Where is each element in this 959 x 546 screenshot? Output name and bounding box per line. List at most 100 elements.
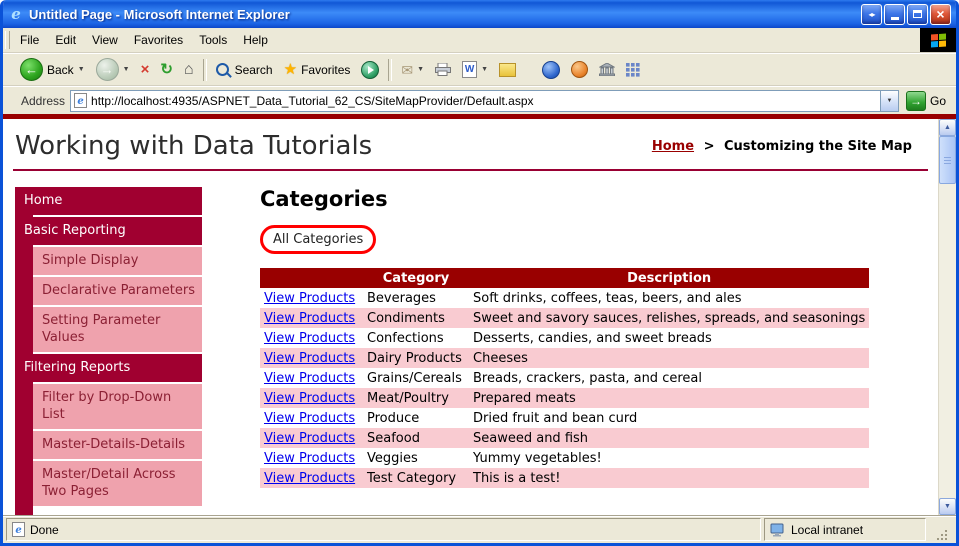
description-cell: Desserts, candies, and sweet breads: [473, 330, 712, 346]
minimize-button[interactable]: [884, 3, 905, 25]
menu-favorites[interactable]: Favorites: [126, 29, 191, 51]
menu-tools[interactable]: Tools: [191, 29, 235, 51]
security-zone-panel: Local intranet: [764, 518, 926, 541]
description-cell: Soft drinks, coffees, teas, beers, and a…: [473, 290, 742, 306]
building-icon: [599, 63, 616, 76]
menu-help[interactable]: Help: [235, 29, 276, 51]
stop-icon: ×: [140, 61, 150, 78]
main-content: Categories All Categories Category Descri…: [202, 187, 938, 508]
table-row: View Products Meat/Poultry Prepared meats: [260, 388, 870, 408]
sidebar-item-declarative-parameters[interactable]: Declarative Parameters: [33, 277, 202, 305]
window-nav-pair-button[interactable]: ◂▸: [861, 3, 882, 25]
browser-window: e Untitled Page - Microsoft Internet Exp…: [0, 0, 959, 546]
favorites-button[interactable]: ★ Favorites: [279, 60, 356, 79]
menu-items: File Edit View Favorites Tools Help: [12, 28, 276, 52]
windows-logo-throbber: [920, 28, 956, 52]
sidebar-item-basic-reporting[interactable]: Basic Reporting: [15, 217, 202, 245]
menu-view[interactable]: View: [84, 29, 126, 51]
back-button[interactable]: ← Back ▼: [15, 56, 90, 83]
resize-grip[interactable]: [929, 518, 953, 541]
menu-edit[interactable]: Edit: [47, 29, 84, 51]
page-favicon: e: [74, 93, 88, 108]
word-edit-icon: W: [462, 61, 478, 78]
sidebar-item-simple-display[interactable]: Simple Display: [33, 247, 202, 275]
view-products-link[interactable]: View Products: [264, 431, 355, 446]
view-products-link[interactable]: View Products: [264, 351, 355, 366]
search-button[interactable]: Search: [211, 61, 278, 79]
resize-grip-dots: [937, 530, 947, 540]
messenger-icon: [542, 60, 561, 79]
media-button[interactable]: [356, 59, 384, 81]
view-products-link[interactable]: View Products: [264, 371, 355, 386]
web-page: Working with Data Tutorials Home > Custo…: [3, 119, 938, 515]
links-grid-button[interactable]: [621, 61, 645, 79]
print-button[interactable]: [430, 61, 456, 78]
page-header: Working with Data Tutorials Home > Custo…: [3, 119, 938, 169]
close-button[interactable]: ×: [930, 3, 951, 25]
menubar-grip[interactable]: [5, 31, 10, 49]
grid-icon: [626, 62, 640, 77]
back-dropdown-icon[interactable]: ▼: [78, 66, 85, 73]
stop-button[interactable]: ×: [136, 60, 155, 79]
maximize-icon: [913, 10, 922, 18]
mail-button[interactable]: ✉ ▼: [396, 61, 429, 79]
address-dropdown-button[interactable]: ▼: [879, 90, 898, 111]
description-cell: Dried fruit and bean curd: [473, 410, 638, 426]
research-button[interactable]: [566, 59, 593, 80]
scroll-up-button[interactable]: ▲: [939, 119, 956, 136]
view-products-link[interactable]: View Products: [264, 311, 355, 326]
sites-button[interactable]: [594, 61, 620, 78]
mail-dropdown-icon[interactable]: ▼: [417, 66, 424, 73]
description-cell: Yummy vegetables!: [473, 450, 602, 466]
discuss-button[interactable]: [494, 61, 521, 79]
category-cell: Confections: [367, 330, 444, 346]
maximize-button[interactable]: [907, 3, 928, 25]
sidebar-item-master-details-details[interactable]: Master-Details-Details: [33, 431, 202, 459]
address-input[interactable]: e http://localhost:4935/ASPNET_Data_Tuto…: [70, 89, 899, 112]
refresh-icon: ↻: [160, 61, 173, 78]
category-cell: Beverages: [367, 290, 436, 306]
view-products-link[interactable]: View Products: [264, 471, 355, 486]
sidebar-item-setting-parameter-values[interactable]: Setting Parameter Values: [33, 307, 202, 352]
category-cell: Condiments: [367, 310, 445, 326]
category-cell: Produce: [367, 410, 420, 426]
sidebar-item-filter-by-drop-down-list[interactable]: Filter by Drop-Down List: [33, 384, 202, 429]
table-row: View Products Veggies Yummy vegetables!: [260, 448, 869, 468]
sidebar-item-filtering-reports[interactable]: Filtering Reports: [15, 354, 202, 382]
menu-file[interactable]: File: [12, 29, 47, 51]
titlebar[interactable]: e Untitled Page - Microsoft Internet Exp…: [3, 0, 956, 28]
table-row: View Products Seafood Seaweed and fish: [260, 428, 870, 448]
category-cell: Seafood: [367, 430, 420, 446]
go-button[interactable]: → Go: [904, 90, 952, 111]
home-icon: ⌂: [183, 60, 194, 78]
scroll-down-button[interactable]: ▼: [939, 498, 956, 515]
edit-with-word-button[interactable]: W ▼: [457, 59, 493, 80]
sidebar-item-home[interactable]: Home: [15, 187, 202, 215]
address-label: Address: [21, 93, 66, 108]
view-products-link[interactable]: View Products: [264, 331, 355, 346]
view-products-link[interactable]: View Products: [264, 411, 355, 426]
breadcrumb-home-link[interactable]: Home: [652, 139, 694, 154]
research-icon: [571, 61, 589, 78]
view-products-link[interactable]: View Products: [264, 391, 355, 406]
view-products-link[interactable]: View Products: [264, 291, 355, 306]
forward-button[interactable]: → ▼: [91, 56, 135, 83]
table-row: View Products Produce Dried fruit and bean…: [260, 408, 869, 428]
column-header-blank: [260, 268, 363, 288]
table-row: View Products Beverages Soft drinks, coffe…: [260, 288, 869, 308]
table-row: View Products Condiments Sweet and savory …: [260, 308, 870, 328]
address-url[interactable]: http://localhost:4935/ASPNET_Data_Tutori…: [91, 94, 876, 108]
all-categories-link[interactable]: All Categories: [260, 225, 377, 254]
scrollbar-thumb[interactable]: [939, 136, 956, 184]
edit-dropdown-icon[interactable]: ▼: [481, 66, 488, 73]
vertical-scrollbar[interactable]: ▲ ▼: [938, 119, 956, 515]
breadcrumb: Home > Customizing the Site Map: [652, 139, 912, 154]
refresh-button[interactable]: ↻: [155, 60, 178, 79]
view-products-link[interactable]: View Products: [264, 451, 355, 466]
status-bar: e Done Local intranet: [3, 515, 956, 543]
messenger-button[interactable]: [537, 59, 565, 81]
media-icon: [361, 60, 380, 79]
home-button[interactable]: ⌂: [179, 60, 199, 80]
discuss-icon: [499, 62, 517, 77]
sidebar-item-master-detail-across-two-pages[interactable]: Master/Detail Across Two Pages: [33, 461, 202, 506]
